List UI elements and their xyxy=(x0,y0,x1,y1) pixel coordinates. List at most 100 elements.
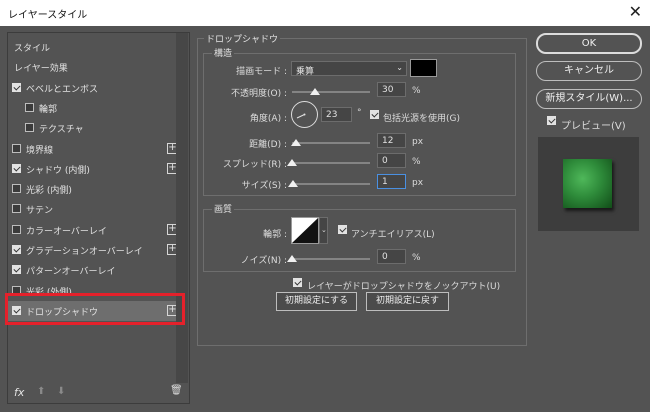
angle-input[interactable]: 23 xyxy=(321,107,352,122)
style-list-item[interactable]: パターンオーバーレイ xyxy=(8,260,182,280)
ok-button[interactable]: OK xyxy=(536,33,642,54)
style-item-label: 光彩 (内側) xyxy=(26,186,72,197)
size-input[interactable]: 1 xyxy=(377,174,406,189)
chevron-down-icon: ⌄ xyxy=(396,63,403,72)
style-item-checkbox[interactable] xyxy=(25,123,34,133)
opacity-slider-track[interactable] xyxy=(292,91,370,93)
style-item-checkbox[interactable] xyxy=(12,204,21,214)
contour-picker[interactable] xyxy=(291,217,319,244)
style-list-item[interactable]: グラデーションオーバーレイ + xyxy=(8,240,182,260)
style-item-label: シャドウ (内側) xyxy=(26,165,90,176)
style-list-item[interactable]: 輪郭 xyxy=(8,98,182,118)
spread-slider-thumb[interactable] xyxy=(287,159,297,166)
opacity-slider-thumb[interactable] xyxy=(310,88,321,95)
style-item-label: テクスチャ xyxy=(39,125,84,136)
blend-mode-label: 描画モード : xyxy=(236,67,287,77)
title-bar: レイヤースタイル ✕ xyxy=(0,0,650,26)
knockout-label[interactable]: レイヤーがドロップシャドウをノックアウト(U) xyxy=(307,279,500,292)
style-item-checkbox[interactable] xyxy=(12,224,21,234)
preview-swatch xyxy=(563,159,612,208)
highlight-box xyxy=(5,293,185,325)
style-item-label: カラーオーバーレイ xyxy=(26,226,107,237)
style-list-item[interactable]: カラーオーバーレイ + xyxy=(8,220,182,240)
style-list-scrollbar[interactable] xyxy=(176,33,188,383)
fx-icon[interactable]: fx xyxy=(14,386,24,399)
new-style-button[interactable]: 新規スタイル(W)... xyxy=(536,89,642,109)
preview-label[interactable]: プレビュー(V) xyxy=(561,117,626,132)
style-item-checkbox[interactable] xyxy=(12,184,21,194)
knockout-checkbox[interactable] xyxy=(293,278,302,287)
shadow-color-swatch[interactable] xyxy=(410,59,437,77)
style-item-label: 輪郭 xyxy=(39,104,58,115)
distance-slider-thumb[interactable] xyxy=(290,139,301,146)
style-item-label: スタイル xyxy=(14,44,51,54)
style-item-checkbox[interactable] xyxy=(12,163,21,173)
style-list-footer: fx ⬆ ⬇ 🗑 xyxy=(8,383,189,403)
style-list-item[interactable]: テクスチャ xyxy=(8,118,182,138)
style-item-label: サテン xyxy=(26,206,54,217)
angle-dial[interactable] xyxy=(291,101,318,128)
spread-unit: % xyxy=(412,157,421,167)
make-default-button[interactable]: 初期設定にする xyxy=(276,292,357,311)
style-list: スタイルレイヤー効果ベベルとエンボス輪郭テクスチャ境界線 + シャドウ (内側) + 光… xyxy=(7,32,190,404)
global-light-label[interactable]: 包括光源を使用(G) xyxy=(383,111,460,124)
reset-default-button[interactable]: 初期設定に戻す xyxy=(366,292,449,311)
quality-title: 画質 xyxy=(212,202,235,215)
size-unit: px xyxy=(412,178,424,188)
style-item-label: 境界線 xyxy=(26,145,54,156)
distance-input[interactable]: 12 xyxy=(377,133,406,148)
style-list-item[interactable]: 境界線 + xyxy=(8,139,182,159)
distance-label: 距離(D) : xyxy=(249,140,287,150)
blend-mode-select[interactable]: 乗算 ⌄ xyxy=(291,61,407,77)
contour-dropdown[interactable]: ⌄ xyxy=(319,217,328,244)
opacity-input[interactable]: 30 xyxy=(377,82,406,97)
antialias-checkbox[interactable] xyxy=(338,225,347,234)
noise-slider-track[interactable] xyxy=(292,258,370,260)
size-slider-thumb[interactable] xyxy=(287,180,298,187)
angle-label: 角度(A) : xyxy=(249,114,287,124)
move-down-icon[interactable]: ⬇ xyxy=(57,386,65,397)
contour-label: 輪郭 : xyxy=(263,230,287,240)
style-item-checkbox[interactable] xyxy=(12,245,21,254)
move-up-icon[interactable]: ⬆ xyxy=(37,386,45,397)
preview-frame xyxy=(538,137,639,231)
style-item-label: パターンオーバーレイ xyxy=(26,267,116,278)
style-item-checkbox[interactable] xyxy=(12,143,21,153)
style-item-checkbox[interactable] xyxy=(12,265,21,275)
style-list-item[interactable]: レイヤー効果 xyxy=(8,57,182,77)
style-list-item[interactable]: シャドウ (内側) + xyxy=(8,159,182,179)
size-slider-track[interactable] xyxy=(292,183,370,185)
noise-input[interactable]: 0 xyxy=(377,249,406,264)
spread-slider-track[interactable] xyxy=(292,162,370,164)
global-light-checkbox[interactable] xyxy=(370,110,379,119)
distance-slider-track[interactable] xyxy=(292,142,370,144)
spread-label: スプレッド(R) : xyxy=(222,160,287,170)
style-list-item[interactable]: 光彩 (内側) xyxy=(8,179,182,199)
chevron-down-icon: ⌄ xyxy=(321,226,327,234)
antialias-label[interactable]: アンチエイリアス(L) xyxy=(351,227,435,240)
style-list-item[interactable]: スタイル xyxy=(8,37,182,57)
window-title: レイヤースタイル xyxy=(8,10,88,21)
cancel-button[interactable]: キャンセル xyxy=(536,61,642,81)
preview-checkbox[interactable] xyxy=(547,116,556,125)
opacity-unit: % xyxy=(412,86,421,96)
noise-label: ノイズ(N) : xyxy=(240,256,287,266)
style-item-checkbox[interactable] xyxy=(25,102,34,112)
style-list-item[interactable]: ベベルとエンボス xyxy=(8,78,182,98)
style-item-checkbox[interactable] xyxy=(12,82,21,92)
noise-slider-thumb[interactable] xyxy=(287,255,297,262)
opacity-label: 不透明度(O) : xyxy=(231,89,287,99)
trash-icon[interactable]: 🗑 xyxy=(170,385,183,396)
angle-unit: ° xyxy=(357,108,362,118)
style-item-label: レイヤー効果 xyxy=(14,64,68,75)
angle-dial-needle xyxy=(296,113,306,119)
size-label: サイズ(S) : xyxy=(241,181,287,191)
contour-preview xyxy=(292,218,318,243)
structure-title: 構造 xyxy=(212,46,235,59)
close-icon[interactable]: ✕ xyxy=(629,2,642,21)
style-list-item[interactable]: サテン xyxy=(8,199,182,219)
noise-unit: % xyxy=(412,253,421,263)
style-item-label: グラデーションオーバーレイ xyxy=(26,247,143,257)
style-item-label: ベベルとエンボス xyxy=(26,84,99,95)
spread-input[interactable]: 0 xyxy=(377,153,406,168)
